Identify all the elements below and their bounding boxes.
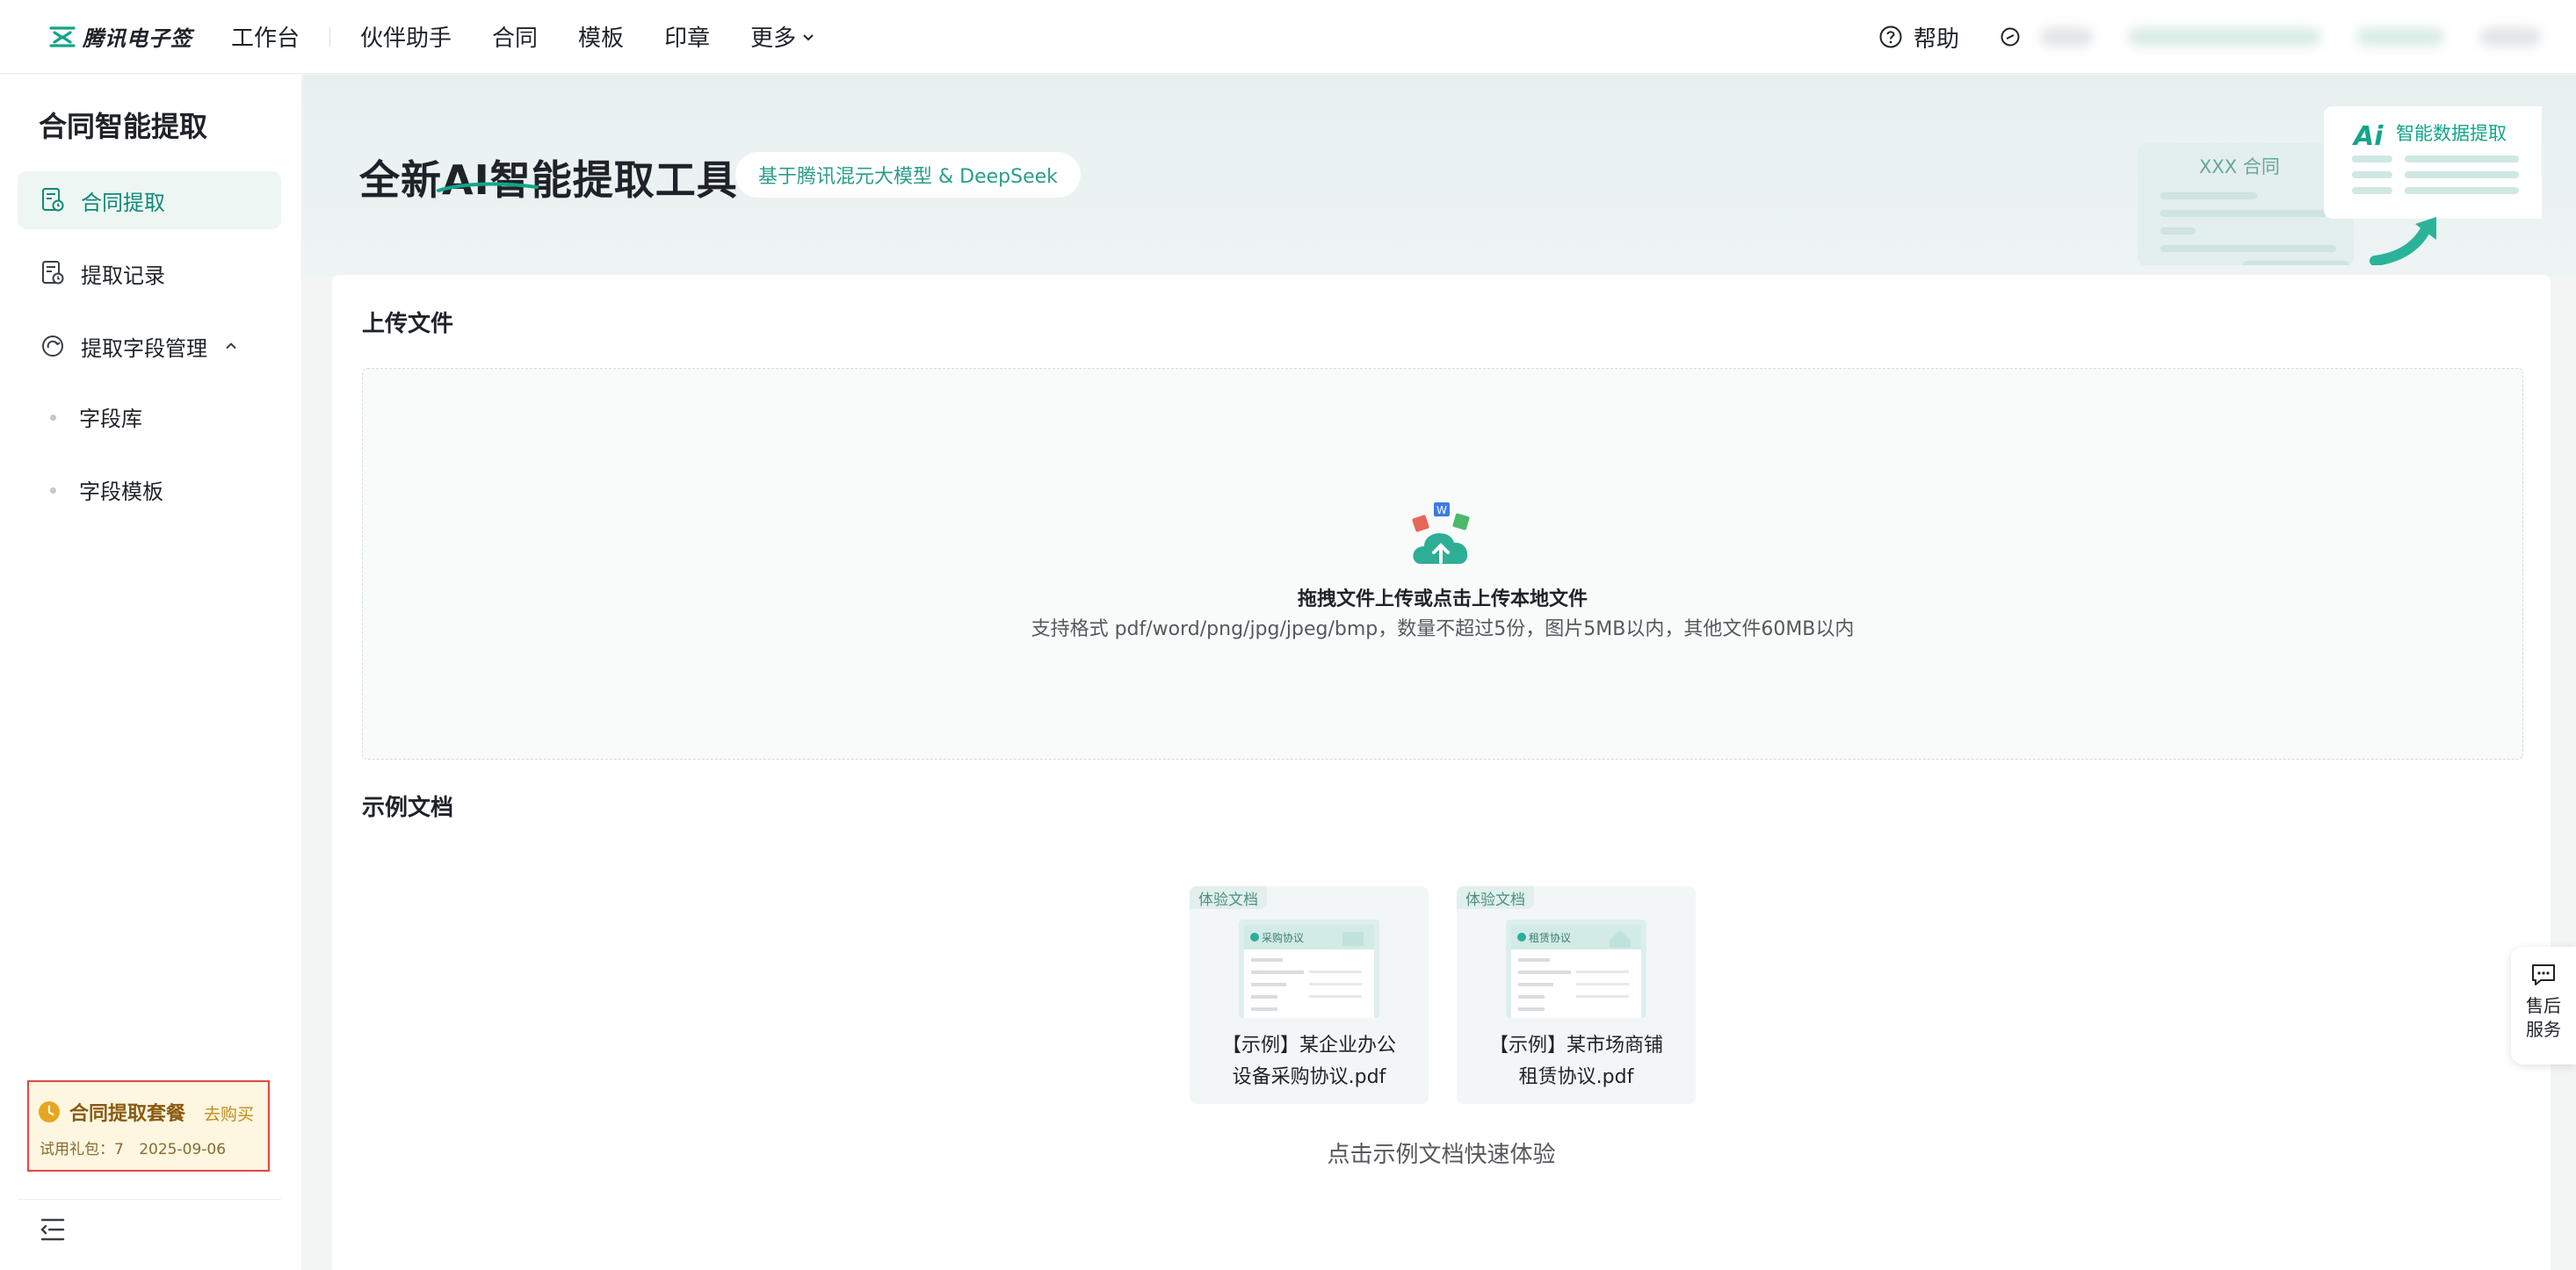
nav-more-dropdown[interactable]: 更多 <box>750 20 815 53</box>
sample-tag: 体验文档 <box>1457 886 1534 909</box>
record-icon <box>42 261 64 285</box>
sidebar-item-field-management[interactable]: 提取字段管理 <box>18 317 281 375</box>
sidebar-item-label: 提取记录 <box>81 263 165 288</box>
plan-trial-info: 试用礼包：7 2025-09-06 <box>40 1137 226 1158</box>
sample-filename-line: 设备采购协议.pdf <box>1232 1066 1386 1088</box>
sidebar: 合同智能提取 合同提取 提取记录 提取字段管理 字段库 字段模板 合同提取套餐 … <box>0 75 302 1270</box>
svg-text:Ai: Ai <box>2352 121 2384 152</box>
sample-filename-line: 【示例】某企业办公 <box>1221 1035 1396 1057</box>
account-area-blurred[interactable] <box>2033 0 2576 74</box>
sidebar-subitem-field-template[interactable]: 字段模板 <box>18 463 281 516</box>
dropzone-main-text: 拖拽文件上传或点击上传本地文件 <box>1297 588 1588 610</box>
hero-banner: 全新AI智能提取工具 基于腾讯混元大模型 & DeepSeek XXX 合同 A… <box>303 75 2576 277</box>
field-manage-icon <box>42 336 63 357</box>
sidebar-item-label: 提取字段管理 <box>81 336 207 361</box>
collapse-menu-icon[interactable] <box>39 1216 67 1243</box>
sidebar-item-contract-extract[interactable]: 合同提取 <box>18 171 281 229</box>
chevron-up-icon[interactable] <box>223 338 239 354</box>
document-thumbnail-icon: 采购协议 <box>1239 920 1379 1018</box>
plan-trial-count: 试用礼包：7 <box>40 1141 124 1158</box>
service-label: 售后 服务 <box>2511 994 2576 1042</box>
sidebar-title: 合同智能提取 <box>39 110 208 143</box>
nav-more-label: 更多 <box>750 25 797 52</box>
thumbnail-title: 采购协议 <box>1262 931 1304 944</box>
cloud-upload-icon: W <box>1412 502 1470 564</box>
service-label-line: 售后 <box>2526 995 2561 1016</box>
nav-template[interactable]: 模板 <box>578 20 624 53</box>
plan-card[interactable]: 合同提取套餐 去购买 试用礼包：7 2025-09-06 <box>27 1080 270 1172</box>
service-label-line: 服务 <box>2526 1019 2561 1040</box>
nav-workbench[interactable]: 工作台 <box>231 20 300 53</box>
sample-filename-line: 租赁协议.pdf <box>1518 1066 1634 1088</box>
file-dropzone[interactable]: W 拖拽文件上传或点击上传本地文件 支持格式 pdf/word/png/jpg/… <box>362 368 2523 760</box>
nav-contract[interactable]: 合同 <box>492 20 538 53</box>
illustration-doc-label: XXX 合同 <box>2199 156 2280 177</box>
upload-section-title: 上传文件 <box>362 311 454 337</box>
main-content-card: 上传文件 W 拖拽文件上传或点击上传本地文件 支持格式 pdf/word/png… <box>332 275 2551 1270</box>
sidebar-item-extract-record[interactable]: 提取记录 <box>18 244 281 302</box>
sidebar-divider <box>18 1199 281 1200</box>
document-thumbnail-icon: 租赁协议 <box>1506 920 1646 1018</box>
help-button[interactable]: 帮助 <box>1878 21 1959 54</box>
plan-name: 合同提取套餐 <box>69 1103 186 1125</box>
nav-partner-assistant[interactable]: 伙伴助手 <box>360 20 452 53</box>
hero-title: 全新AI智能提取工具 <box>359 156 738 204</box>
buy-plan-link[interactable]: 去购买 <box>204 1101 254 1125</box>
nav-seal[interactable]: 印章 <box>664 20 710 53</box>
sidebar-subitem-field-library[interactable]: 字段库 <box>18 390 281 443</box>
title-underline-decoration <box>437 182 539 192</box>
brand-logo[interactable]: 腾讯电子签 <box>49 21 192 52</box>
dropzone-format-text: 支持格式 pdf/word/png/jpg/jpeg/bmp，数量不超过5份，图… <box>1031 618 1855 640</box>
svg-text:W: W <box>1436 504 1447 516</box>
top-navigation-bar: 腾讯电子签 工作台 伙伴助手 合同 模板 印章 更多 帮助 <box>0 0 2576 74</box>
sample-filename: 【示例】某企业办公 设备采购协议.pdf <box>1190 1030 1429 1093</box>
samples-hint-text: 点击示例文档快速体验 <box>1327 1142 1556 1168</box>
link-icon[interactable] <box>2000 26 2021 47</box>
thumbnail-title: 租赁协议 <box>1529 931 1571 944</box>
sample-tag: 体验文档 <box>1190 886 1267 909</box>
contract-extract-icon <box>42 188 64 212</box>
hero-badge: 基于腾讯混元大模型 & DeepSeek <box>735 152 1081 198</box>
tencent-esign-logo-icon <box>49 25 76 47</box>
illustration-card-label: 智能数据提取 <box>2396 123 2507 144</box>
chat-bubble-icon <box>2532 964 2555 985</box>
sample-document-card[interactable]: 体验文档 采购协议 【示例】某企业办公 设备采购协议.pdf <box>1190 886 1429 1104</box>
sample-document-card[interactable]: 体验文档 租赁协议 【示例】某市场商铺 租赁协议.pdf <box>1457 886 1696 1104</box>
sample-filename: 【示例】某市场商铺 租赁协议.pdf <box>1457 1030 1696 1093</box>
sample-filename-line: 【示例】某市场商铺 <box>1488 1035 1663 1057</box>
clock-icon <box>39 1101 60 1122</box>
nav-divider <box>329 26 331 47</box>
help-label: 帮助 <box>1913 25 1959 53</box>
after-sales-service-button[interactable]: 售后 服务 <box>2511 947 2576 1064</box>
plan-expiry-date: 2025-09-06 <box>139 1141 227 1158</box>
ai-extract-illustration-icon: XXX 合同 Ai 智能数据提取 <box>2138 106 2542 265</box>
brand-name: 腾讯电子签 <box>83 26 192 51</box>
samples-section-title: 示例文档 <box>362 795 454 821</box>
chevron-down-icon <box>803 33 814 40</box>
sidebar-item-label: 合同提取 <box>81 190 165 215</box>
question-circle-icon <box>1879 25 1902 48</box>
